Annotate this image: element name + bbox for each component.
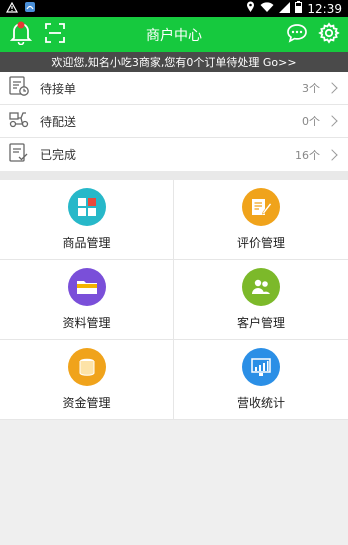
settings-button[interactable]: [314, 17, 344, 52]
scooter-icon: [8, 108, 30, 134]
order-label: 待配送: [40, 114, 77, 129]
order-row-delivery[interactable]: 待配送 0个: [0, 105, 348, 138]
notice-banner[interactable]: 欢迎您,知名小吃3商家,您有0个订单待处理 Go>>: [0, 52, 348, 72]
order-row-pending[interactable]: 待接单 3个: [0, 72, 348, 105]
order-count: 0个: [302, 115, 320, 128]
section-divider: [0, 171, 348, 180]
grid-label: 资料管理: [62, 316, 111, 330]
coins-icon: [67, 348, 106, 386]
order-label: 待接单: [40, 81, 77, 96]
order-count: 16个: [295, 148, 320, 162]
app-bar: 商户中心: [0, 17, 348, 52]
function-grid: 商品管理 评价管理 资料管理 客户管理 资金管理 营收统计: [0, 180, 348, 420]
review-management-button[interactable]: 评价管理: [174, 180, 348, 260]
order-list: 待接单 3个 待配送 0个 已完成 16个: [0, 72, 348, 171]
wifi-icon: [260, 1, 274, 16]
status-bar: 12:39: [0, 0, 348, 17]
folder-icon: [67, 268, 106, 306]
notice-text: 欢迎您,知名小吃3商家,您有0个订单待处理 Go>>: [51, 56, 297, 69]
customers-icon: [242, 268, 280, 306]
grid-label: 评价管理: [236, 236, 285, 250]
goods-icon: [67, 188, 106, 226]
customer-management-button[interactable]: 客户管理: [174, 260, 348, 340]
chevron-right-icon: [326, 82, 338, 94]
goods-management-button[interactable]: 商品管理: [0, 180, 174, 260]
grid-label: 资金管理: [62, 396, 111, 410]
grid-label: 商品管理: [62, 236, 111, 250]
message-button[interactable]: [282, 17, 312, 52]
chevron-right-icon: [326, 115, 338, 127]
location-icon: [246, 1, 255, 16]
grid-label: 客户管理: [236, 316, 285, 330]
review-icon: [242, 188, 280, 226]
fund-management-button[interactable]: 资金管理: [0, 340, 174, 420]
order-row-completed[interactable]: 已完成 16个: [0, 138, 348, 171]
gear-icon: [318, 21, 340, 48]
signal-icon: [279, 1, 291, 16]
chat-bubble-icon: [286, 23, 308, 47]
order-count: 3个: [302, 82, 320, 95]
chevron-right-icon: [326, 148, 338, 161]
clock-time: 12:39: [307, 1, 342, 16]
profile-management-button[interactable]: 资料管理: [0, 260, 174, 340]
app-notification-icon: [24, 1, 36, 16]
revenue-statistics-button[interactable]: 营收统计: [174, 340, 348, 420]
clipboard-clock-icon: [8, 75, 30, 101]
chart-icon: [242, 348, 280, 386]
order-label: 已完成: [40, 148, 77, 162]
triangle-icon: [5, 1, 19, 16]
battery-icon: [295, 1, 303, 16]
grid-label: 营收统计: [236, 396, 285, 410]
clipboard-check-icon: [8, 142, 30, 168]
